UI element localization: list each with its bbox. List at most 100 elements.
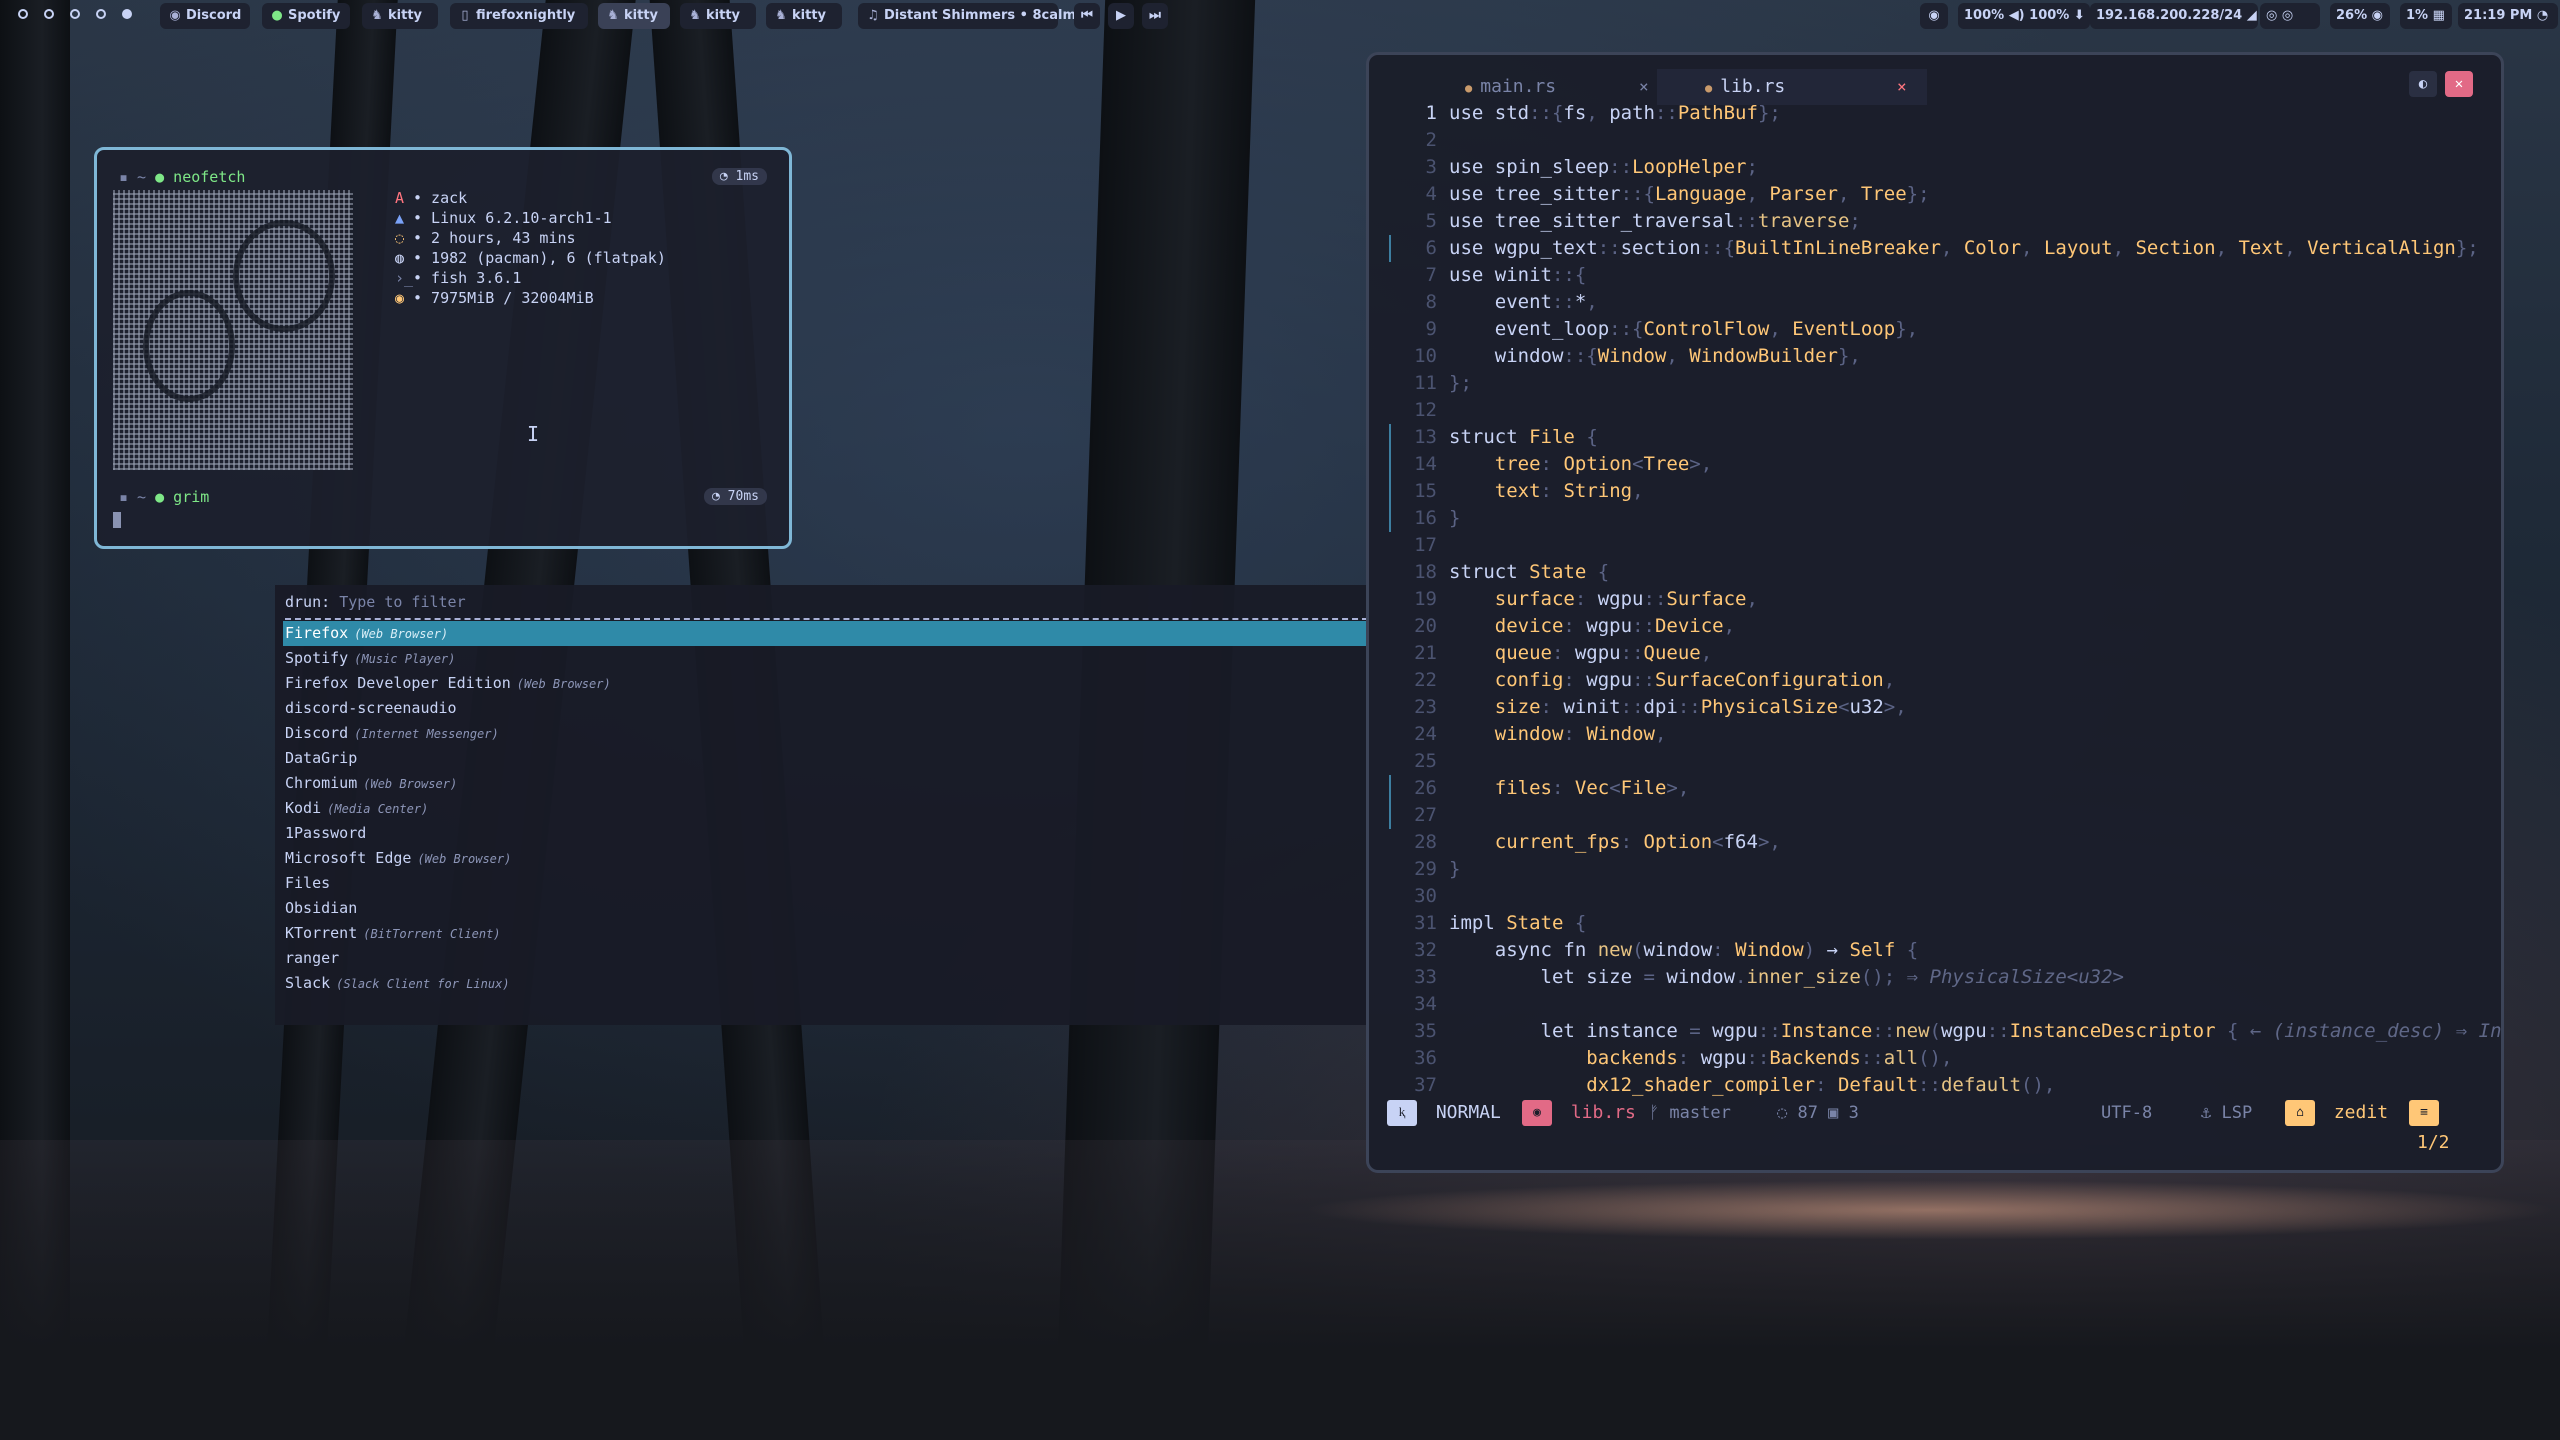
code-line[interactable]: 25 — [1387, 748, 2501, 775]
terminal-window[interactable]: ▪ ~ ● neofetch ◔ 1ms A • zack ▲ • Linux 6.… — [94, 147, 792, 549]
volume-indicator[interactable]: 100% ◀) 100% ⬇ — [1958, 3, 2090, 29]
media-next-button[interactable]: ⏭ — [1142, 3, 1168, 29]
code-line[interactable]: 20 device: wgpu::Device, — [1387, 613, 2501, 640]
line-number: 28 — [1414, 831, 1437, 853]
line-number: 37 — [1414, 1074, 1437, 1096]
code-line[interactable]: 13 struct File { — [1387, 424, 2501, 451]
uptime-icon: ◌ — [395, 229, 405, 247]
code-view[interactable]: 1 use std::{fs, path::PathBuf}; 2 3 use spin… — [1387, 100, 2501, 1100]
taskbar-kitty[interactable]: ♞ kitty — [766, 3, 842, 29]
code-line[interactable]: 32 async fn new(window: Window) → Self { — [1387, 937, 2501, 964]
code-line[interactable]: 37 dx12_shader_compiler: Default::defaul… — [1387, 1072, 2501, 1099]
taskbar-label: firefoxnightly — [476, 8, 576, 23]
line-number: 19 — [1414, 588, 1437, 610]
code-line[interactable]: 14 tree: Option<Tree>, — [1387, 451, 2501, 478]
line-number: 14 — [1414, 453, 1437, 475]
code-line[interactable]: 6 use wgpu_text::section::{BuiltInLineBre… — [1387, 235, 2501, 262]
code-line[interactable]: 31 impl State { — [1387, 910, 2501, 937]
code-line[interactable]: 9 event_loop::{ControlFlow, EventLoop}, — [1387, 316, 2501, 343]
launcher-item-discord-screenaudio[interactable]: discord-screenaudio — [283, 696, 1368, 721]
code-line[interactable]: 27 — [1387, 802, 2501, 829]
cpu-indicator[interactable]: 26% ◉ — [2330, 3, 2390, 29]
launcher-item-slack[interactable]: Slack (Slack Client for Linux) — [283, 971, 1368, 996]
code-line[interactable]: 36 backends: wgpu::Backends::all(), — [1387, 1045, 2501, 1072]
media-prev-button[interactable]: ⏮ — [1074, 3, 1100, 29]
launcher-item-ktorrent[interactable]: KTorrent (BitTorrent Client) — [283, 921, 1368, 946]
network-indicator[interactable]: 192.168.200.228/24 ◢ — [2090, 3, 2258, 29]
tray-icons[interactable]: ◎ ◎ — [2260, 3, 2320, 29]
code-line[interactable]: 30 — [1387, 883, 2501, 910]
launcher-item-obsidian[interactable]: Obsidian — [283, 896, 1368, 921]
taskbar-kitty[interactable]: ♞ kitty — [680, 3, 756, 29]
git-gutter-marker — [1389, 451, 1391, 478]
code-line[interactable]: 28 current_fps: Option<f64>, — [1387, 829, 2501, 856]
code-line[interactable]: 26 files: Vec<File>, — [1387, 775, 2501, 802]
code-line[interactable]: 10 window::{Window, WindowBuilder}, — [1387, 343, 2501, 370]
line-number: 35 — [1414, 1020, 1437, 1042]
file-indicator: ◉ lib.rs — [1522, 1098, 1636, 1128]
close-window-button[interactable]: ✕ — [2445, 71, 2473, 97]
code-line[interactable]: 18 struct State { — [1387, 559, 2501, 586]
code-line[interactable]: 8 event::*, — [1387, 289, 2501, 316]
launcher-item-ranger[interactable]: ranger — [283, 946, 1368, 971]
workspace-4-button[interactable] — [96, 9, 106, 19]
split-button[interactable]: ◐ — [2409, 71, 2437, 97]
launcher-item-1password[interactable]: 1Password — [283, 821, 1368, 846]
taskbar-label: kitty — [706, 8, 741, 23]
taskbar-discord[interactable]: ◉ Discord — [160, 3, 250, 29]
launcher-item-kodi[interactable]: Kodi (Media Center) — [283, 796, 1368, 821]
git-branch: ᚠ master — [1649, 1103, 1731, 1123]
code-line[interactable]: 1 use std::{fs, path::PathBuf}; — [1387, 100, 2501, 127]
taskbar-spotify[interactable]: ● Spotify — [262, 3, 350, 29]
taskbar-firefoxnightly[interactable]: ▯ firefoxnightly — [450, 3, 588, 29]
line-number: 5 — [1425, 210, 1437, 232]
code-line[interactable]: 33 let size = window.inner_size(); ⇒ Phy… — [1387, 964, 2501, 991]
code-line[interactable]: 19 surface: wgpu::Surface, — [1387, 586, 2501, 613]
code-line[interactable]: 11}; — [1387, 370, 2501, 397]
code-line[interactable]: 16} — [1387, 505, 2501, 532]
launcher-item-files[interactable]: Files — [283, 871, 1368, 896]
code-line[interactable]: 22 config: wgpu::SurfaceConfiguration, — [1387, 667, 2501, 694]
code-line[interactable]: 12 — [1387, 397, 2501, 424]
launcher-filter[interactable]: drun: Type to filter — [285, 593, 466, 611]
code-line[interactable]: 34 — [1387, 991, 2501, 1018]
launcher-item-spotify[interactable]: Spotify (Music Player) — [283, 646, 1368, 671]
code-line[interactable]: 7 use winit::{ — [1387, 262, 2501, 289]
media-play-button[interactable]: ▶ — [1108, 3, 1134, 29]
code-line[interactable]: 2 — [1387, 127, 2501, 154]
code-line[interactable]: 24 window: Window, — [1387, 721, 2501, 748]
kitty-icon: ♞ — [775, 8, 787, 23]
code-line[interactable]: 5 use tree_sitter_traversal::traverse; — [1387, 208, 2501, 235]
workspace-5-button[interactable] — [122, 9, 132, 19]
code-text: let size = window.inner_size(); ⇒ Physic… — [1540, 966, 2124, 988]
launcher-item-chromium[interactable]: Chromium (Web Browser) — [283, 771, 1368, 796]
editor-window[interactable]: ● main.rs × ● lib.rs × ◐ ✕ 1 use std::{fs, … — [1366, 52, 2504, 1173]
code-line[interactable]: 23 size: winit::dpi::PhysicalSize<u32>, — [1387, 694, 2501, 721]
code-line[interactable]: 17 — [1387, 532, 2501, 559]
taskbar-kitty-active[interactable]: ♞ kitty — [598, 3, 670, 29]
workspace-3-button[interactable] — [70, 9, 80, 19]
code-line[interactable]: 35 let instance = wgpu::Instance::new(wg… — [1387, 1018, 2501, 1045]
code-line[interactable]: 15 text: String, — [1387, 478, 2501, 505]
line-number: 31 — [1414, 912, 1437, 934]
code-line[interactable]: 21 queue: wgpu::Queue, — [1387, 640, 2501, 667]
line-number: 21 — [1414, 642, 1437, 664]
line-number: 23 — [1414, 696, 1437, 718]
code-line[interactable]: 3 use spin_sleep::LoopHelper; — [1387, 154, 2501, 181]
taskbar-kitty[interactable]: ♞ kitty — [362, 3, 438, 29]
git-gutter-marker — [1389, 802, 1391, 829]
media-title[interactable]: ♫ Distant Shimmers • 8calm — [858, 3, 1076, 29]
code-line[interactable]: 4 use tree_sitter::{Language, Parser, Tre… — [1387, 181, 2501, 208]
eye-icon[interactable]: ◉ — [1920, 3, 1948, 29]
prompt-command: ● neofetch — [155, 168, 246, 186]
launcher-item-datagrip[interactable]: DataGrip — [283, 746, 1368, 771]
launcher-item-firefox-dev[interactable]: Firefox Developer Edition (Web Browser) — [283, 671, 1368, 696]
memory-indicator[interactable]: 1% ▦ — [2400, 3, 2452, 29]
workspace-1-button[interactable] — [18, 9, 28, 19]
workspace-2-button[interactable] — [44, 9, 54, 19]
launcher-item-firefox[interactable]: Firefox (Web Browser) — [283, 621, 1368, 646]
clock[interactable]: 21:19 PM ◔ — [2458, 3, 2558, 29]
launcher-item-edge[interactable]: Microsoft Edge (Web Browser) — [283, 846, 1368, 871]
code-line[interactable]: 29} — [1387, 856, 2501, 883]
launcher-item-discord[interactable]: Discord (Internet Messenger) — [283, 721, 1368, 746]
